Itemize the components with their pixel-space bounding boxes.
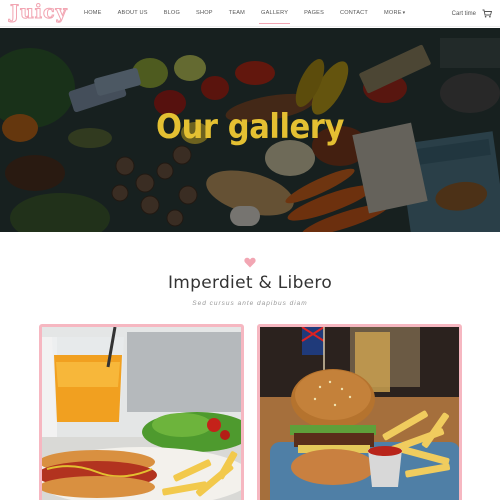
hero-banner: Our gallery [0,28,500,232]
nav-item-contact[interactable]: CONTACT [332,0,376,27]
site-header: Juicy HOME ABOUT US BLOG SHOP TEAM GALLE… [0,0,500,27]
chevron-down-icon: ▾ [402,10,406,16]
nav-item-home[interactable]: HOME [76,0,110,27]
gallery-item-juice-hotdog[interactable] [39,324,244,500]
main-nav: HOME ABOUT US BLOG SHOP TEAM GALLERY PAG… [76,0,413,27]
nav-item-more[interactable]: MORE▾ [376,0,413,27]
gallery-image-juice-hotdog [42,327,241,500]
nav-item-gallery[interactable]: GALLERY [253,0,296,27]
nav-item-shop[interactable]: SHOP [188,0,221,27]
gallery-image-burger-fries [260,327,459,500]
section-title: Imperdiet & Libero [167,273,333,293]
heart-icon [244,255,256,268]
site-logo[interactable]: Juicy [10,1,68,24]
nav-item-more-label: MORE [384,10,402,16]
cart-icon [482,9,493,18]
cart-link[interactable]: Cart time [451,0,493,27]
cart-label: Cart time [451,10,476,17]
nav-item-about-us[interactable]: ABOUT US [110,0,156,27]
gallery-item-burger-fries[interactable] [257,324,462,500]
section-subtitle: Sed cursus ante dapibus diam [192,300,308,307]
nav-item-pages[interactable]: PAGES [296,0,332,27]
nav-item-blog[interactable]: BLOG [156,0,188,27]
nav-item-team[interactable]: TEAM [221,0,253,27]
hero-title: Our gallery [156,107,344,147]
